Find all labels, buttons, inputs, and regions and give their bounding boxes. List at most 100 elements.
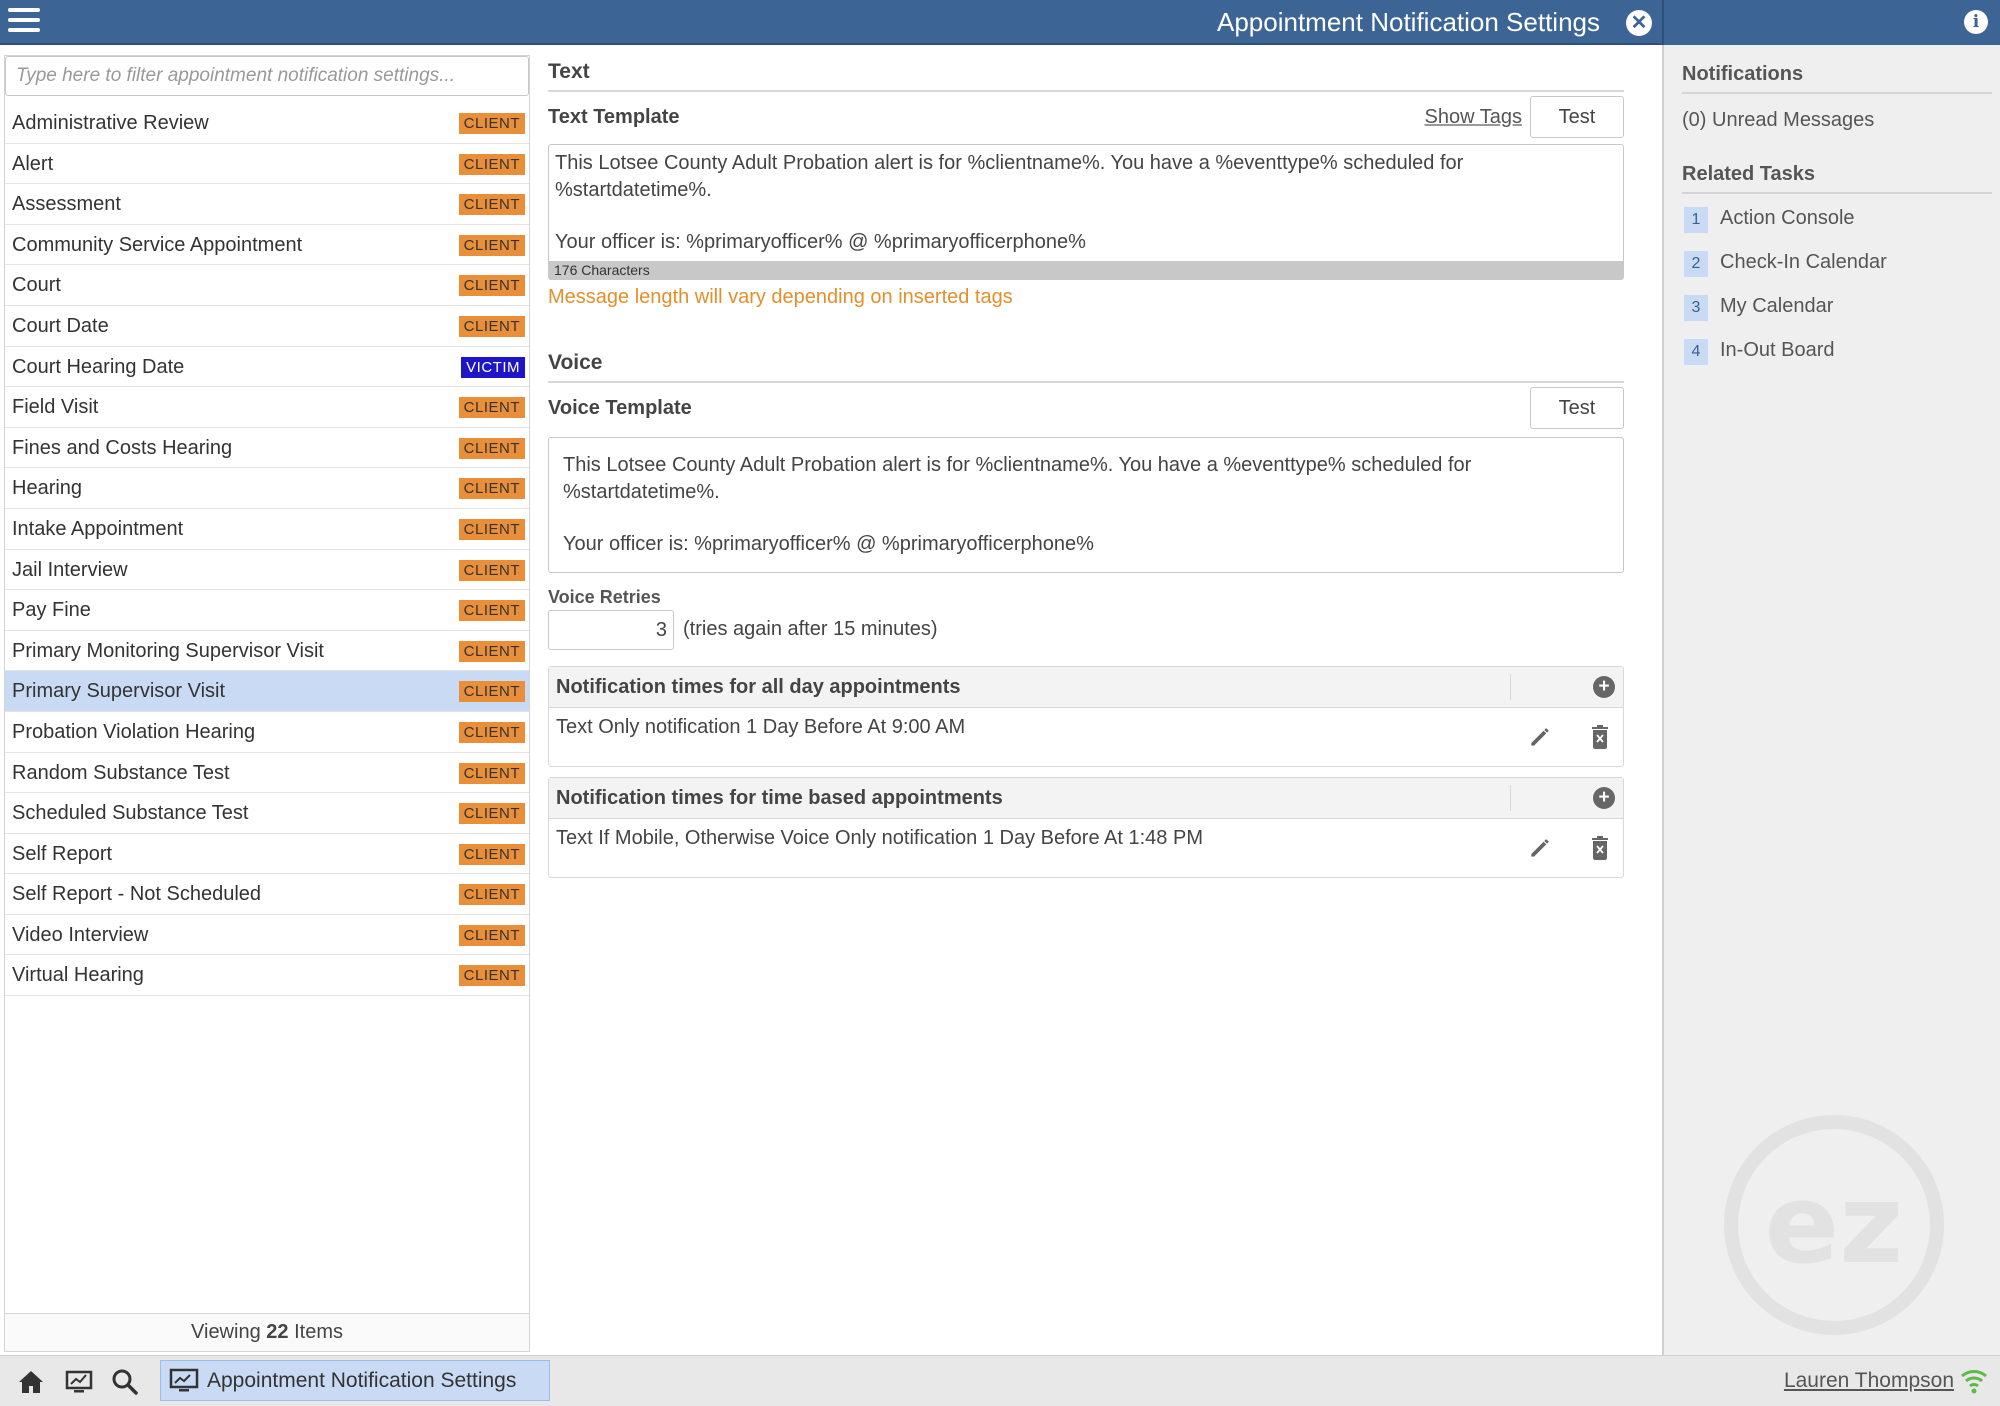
- trash-icon[interactable]: [1589, 835, 1611, 861]
- time-based-table-header: Notification times for time based appoin…: [549, 778, 1623, 819]
- voice-template-field[interactable]: This Lotsee County Adult Probation alert…: [548, 437, 1624, 573]
- text-template-field[interactable]: This Lotsee County Adult Probation alert…: [548, 144, 1624, 280]
- bottom-taskbar: Appointment Notification Settings Lauren…: [0, 1355, 2000, 1406]
- header-divider: [1510, 785, 1511, 811]
- list-item-label: Court Date: [12, 314, 109, 337]
- list-item[interactable]: Virtual Hearing CLIENT: [5, 955, 529, 997]
- voice-retries-label: Voice Retries: [548, 587, 661, 607]
- task-label: Action Console: [1720, 207, 1855, 229]
- list-item[interactable]: Scheduled Substance Test CLIENT: [5, 793, 529, 834]
- type-badge: CLIENT: [458, 194, 525, 216]
- list-item[interactable]: Intake Appointment CLIENT: [5, 509, 529, 550]
- notifications-title: Notifications: [1682, 63, 1992, 94]
- list-item[interactable]: Hearing CLIENT: [5, 468, 529, 509]
- list-item-label: Administrative Review: [12, 112, 209, 134]
- list-item[interactable]: Field Visit CLIENT: [5, 387, 529, 428]
- type-badge: CLIENT: [458, 600, 525, 622]
- voice-template-header: Voice Template Test: [548, 383, 1624, 429]
- list-item[interactable]: Assessment CLIENT: [5, 184, 529, 225]
- table-row: Text If Mobile, Otherwise Voice Only not…: [549, 819, 1623, 877]
- list-item[interactable]: Primary Supervisor Visit CLIENT: [5, 671, 529, 712]
- list-item-label: Primary Supervisor Visit: [12, 680, 226, 703]
- hamburger-icon[interactable]: [8, 8, 40, 36]
- type-badge: CLIENT: [458, 478, 525, 500]
- text-template-label: Text Template: [548, 106, 680, 128]
- task-number: 1: [1684, 207, 1708, 233]
- list-item[interactable]: Self Report CLIENT: [5, 834, 529, 875]
- type-badge: CLIENT: [458, 437, 525, 459]
- filter-input[interactable]: [5, 56, 529, 96]
- list-item[interactable]: Jail Interview CLIENT: [5, 550, 529, 591]
- list-item[interactable]: Court Hearing Date VICTIM: [5, 347, 529, 388]
- all-day-notification-table: Notification times for all day appointme…: [548, 666, 1624, 767]
- close-icon[interactable]: ✕: [1626, 10, 1652, 36]
- voice-template-line1: This Lotsee County Adult Probation alert…: [563, 454, 1472, 503]
- text-section-title: Text: [548, 60, 1624, 92]
- unread-messages[interactable]: (0) Unread Messages: [1682, 109, 1874, 132]
- type-badge: CLIENT: [458, 113, 525, 134]
- list-item-label: Alert: [12, 152, 54, 175]
- active-task-tab[interactable]: Appointment Notification Settings: [160, 1360, 550, 1401]
- search-icon[interactable]: [110, 1367, 140, 1397]
- dashboard-icon[interactable]: [64, 1367, 94, 1397]
- pencil-icon[interactable]: [1527, 724, 1553, 750]
- list-item-label: Scheduled Substance Test: [12, 802, 249, 825]
- list-item[interactable]: Fines and Costs Hearing CLIENT: [5, 428, 529, 469]
- voice-test-button[interactable]: Test: [1530, 387, 1624, 429]
- task-label: My Calendar: [1720, 295, 1834, 317]
- list-item[interactable]: Primary Monitoring Supervisor Visit CLIEN…: [5, 631, 529, 672]
- list-item-label: Court: [12, 274, 61, 297]
- task-number: 2: [1684, 251, 1708, 277]
- text-test-button[interactable]: Test: [1530, 96, 1624, 138]
- right-panel: Notifications (0) Unread Messages Relate…: [1662, 45, 2000, 1355]
- right-panel-header: i: [1662, 0, 2000, 45]
- list-item-label: Hearing: [12, 477, 83, 500]
- list-item[interactable]: Video Interview CLIENT: [5, 915, 529, 956]
- list-item[interactable]: Court CLIENT: [5, 265, 529, 306]
- table-row: Text Only notification 1 Day Before At 9…: [549, 708, 1623, 766]
- list-item[interactable]: Administrative Review CLIENT: [5, 103, 529, 144]
- list-item[interactable]: Court Date CLIENT: [5, 306, 529, 347]
- list-item[interactable]: Alert CLIENT: [5, 144, 529, 185]
- home-icon[interactable]: [16, 1367, 46, 1397]
- type-badge: CLIENT: [458, 518, 525, 540]
- list-item-label: Self Report - Not Scheduled: [12, 883, 262, 906]
- user-name-link[interactable]: Lauren Thompson: [1784, 1369, 1954, 1393]
- list-item-label: Probation Violation Hearing: [12, 720, 256, 743]
- list-item[interactable]: Random Substance Test CLIENT: [5, 753, 529, 794]
- type-badge: VICTIM: [461, 356, 525, 378]
- add-icon[interactable]: +: [1593, 787, 1615, 809]
- list-item-label: Field Visit: [12, 396, 99, 419]
- info-icon[interactable]: i: [1964, 10, 1988, 34]
- trash-icon[interactable]: [1589, 724, 1611, 750]
- list-item-label: Random Substance Test: [12, 761, 230, 784]
- voice-retries-input[interactable]: [548, 610, 674, 650]
- wifi-icon: [1961, 1370, 1987, 1394]
- type-badge: CLIENT: [458, 924, 525, 946]
- list-item-label: Fines and Costs Hearing: [12, 436, 233, 459]
- show-tags-link[interactable]: Show Tags: [1425, 106, 1522, 129]
- list-item[interactable]: Self Report - Not Scheduled CLIENT: [5, 874, 529, 915]
- active-task-label: Appointment Notification Settings: [207, 1369, 517, 1392]
- list-item-label: Primary Monitoring Supervisor Visit: [12, 639, 324, 662]
- list-item-label: Video Interview: [12, 923, 149, 946]
- list-footer: Viewing 22 Items: [5, 1313, 529, 1351]
- pencil-icon[interactable]: [1527, 835, 1553, 861]
- add-icon[interactable]: +: [1593, 676, 1615, 698]
- type-badge: CLIENT: [458, 315, 525, 337]
- appointment-type-list: Administrative Review CLIENT Alert CLIENT As…: [5, 103, 529, 997]
- type-badge: CLIENT: [458, 681, 525, 703]
- list-item-label: Self Report: [12, 842, 113, 865]
- appointment-type-list-panel: Administrative ReviewCLIENTAlertCLIENTAs…: [4, 55, 530, 1352]
- list-item[interactable]: Community Service Appointment CLIENT: [5, 225, 529, 266]
- list-item[interactable]: Probation Violation Hearing CLIENT: [5, 712, 529, 753]
- type-badge: CLIENT: [458, 803, 525, 825]
- time-based-notification-table: Notification times for time based appoin…: [548, 777, 1624, 878]
- list-item-label: Virtual Hearing: [12, 964, 144, 987]
- list-item-label: Intake Appointment: [12, 517, 184, 540]
- footer-suffix: Items: [294, 1321, 343, 1343]
- list-item[interactable]: Pay Fine CLIENT: [5, 590, 529, 631]
- type-badge: CLIENT: [458, 965, 525, 987]
- voice-template-line2: Your officer is: %primaryofficer% @ %pri…: [563, 533, 1094, 555]
- list-item-label: Jail Interview: [12, 558, 128, 581]
